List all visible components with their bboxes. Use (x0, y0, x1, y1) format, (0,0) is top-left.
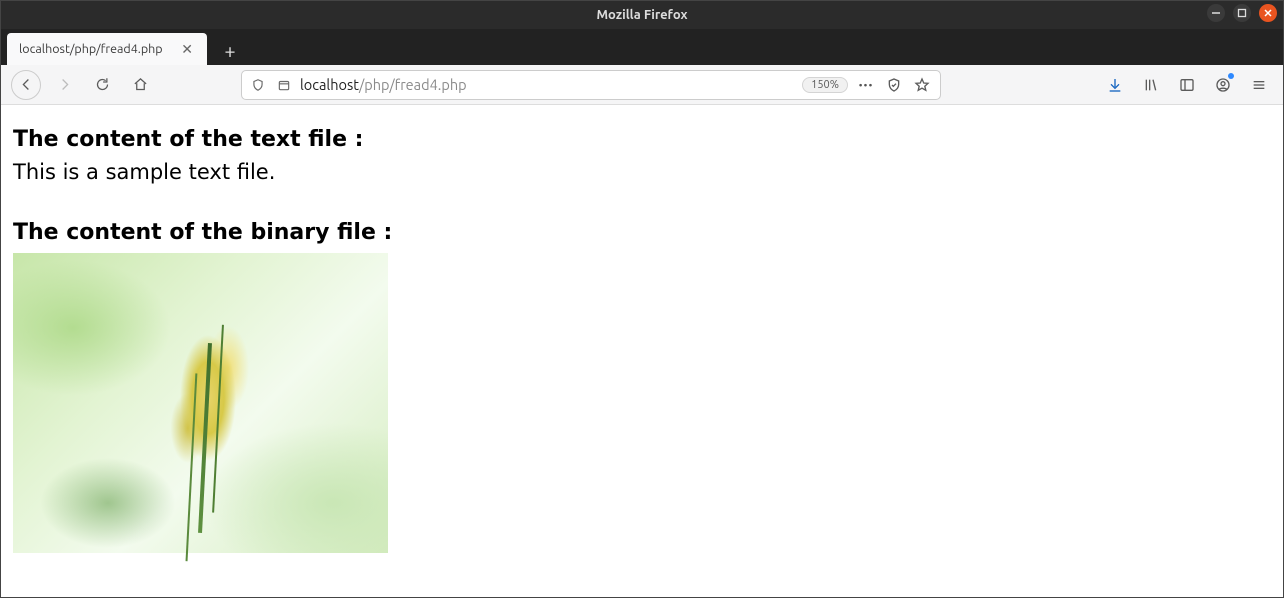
window-title: Mozilla Firefox (1, 8, 1283, 22)
account-button[interactable] (1209, 71, 1237, 99)
binary-file-image (13, 253, 388, 553)
close-window-button[interactable] (1259, 4, 1277, 22)
url-path: /php/fread4.php (359, 76, 467, 93)
close-tab-button[interactable]: ✕ (177, 40, 197, 58)
maximize-button[interactable] (1233, 4, 1251, 22)
bookmark-star-button[interactable] (910, 73, 934, 97)
forward-button (49, 70, 79, 100)
address-bar[interactable]: localhost/php/fread4.php 150% ··· (241, 70, 941, 100)
url-host: localhost (300, 76, 359, 93)
navigation-toolbar: localhost/php/fread4.php 150% ··· (1, 65, 1283, 105)
tab-strip: localhost/php/fread4.php ✕ + (1, 29, 1283, 65)
shield-icon[interactable] (248, 75, 268, 95)
home-button[interactable] (125, 70, 155, 100)
heading-binary-file: The content of the binary file : (13, 220, 1271, 245)
new-tab-button[interactable]: + (215, 35, 245, 65)
downloads-button[interactable] (1101, 71, 1129, 99)
page-content: The content of the text file : This is a… (1, 105, 1283, 597)
sidebar-button[interactable] (1173, 71, 1201, 99)
back-button[interactable] (11, 70, 41, 100)
reload-button[interactable] (87, 70, 117, 100)
browser-tab[interactable]: localhost/php/fread4.php ✕ (7, 33, 207, 65)
tab-label: localhost/php/fread4.php (19, 42, 163, 56)
url-text[interactable]: localhost/php/fread4.php (300, 76, 790, 93)
app-menu-button[interactable] (1245, 71, 1273, 99)
reader-permissions-icon[interactable] (882, 73, 906, 97)
site-info-icon[interactable] (274, 75, 294, 95)
zoom-badge[interactable]: 150% (802, 77, 848, 93)
window-titlebar: Mozilla Firefox (1, 1, 1283, 29)
minimize-button[interactable] (1207, 4, 1225, 22)
window-buttons (1207, 4, 1277, 22)
page-actions-button[interactable]: ··· (854, 73, 878, 97)
heading-text-file: The content of the text file : (13, 127, 1271, 152)
library-button[interactable] (1137, 71, 1165, 99)
text-file-content: This is a sample text file. (13, 160, 1271, 184)
